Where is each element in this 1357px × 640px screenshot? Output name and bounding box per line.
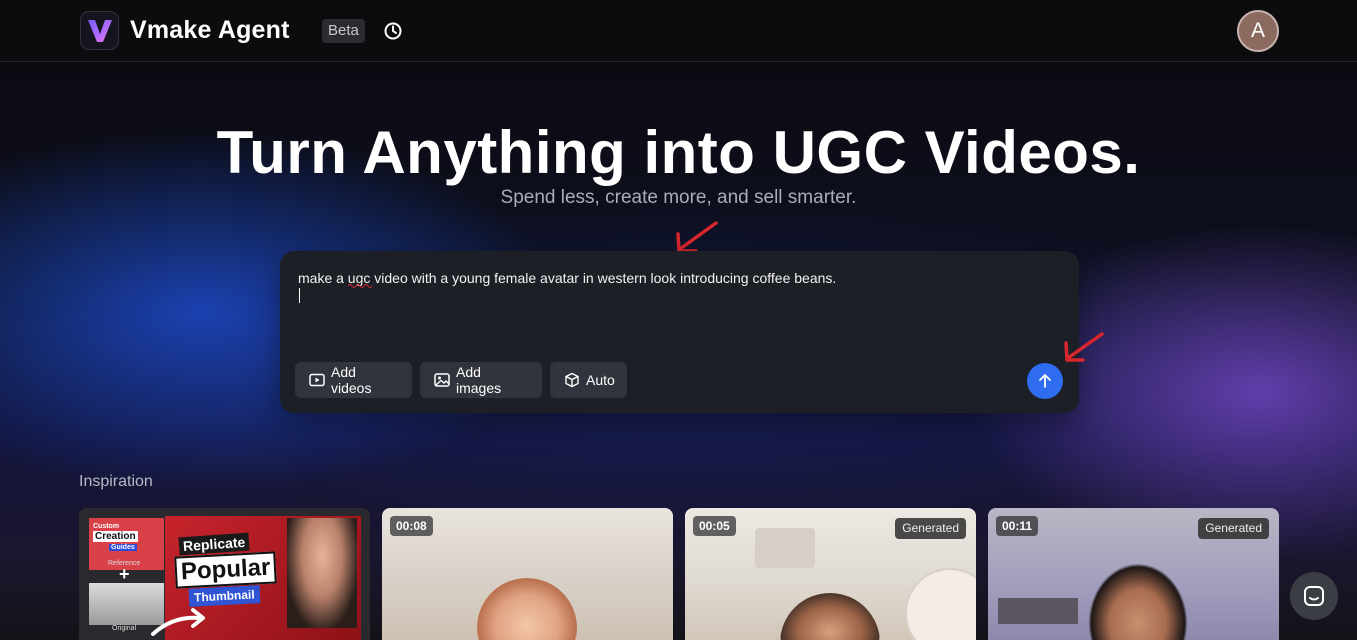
- user-avatar[interactable]: A: [1237, 10, 1279, 52]
- image-icon: [434, 373, 450, 387]
- inspiration-card[interactable]: 00:08: [382, 508, 673, 640]
- add-images-label: Add images: [456, 364, 502, 396]
- vmake-logo-icon[interactable]: [80, 11, 119, 50]
- page-title: Turn Anything into UGC Videos.: [216, 119, 1141, 186]
- auto-label: Auto: [586, 372, 615, 388]
- shelf-image: [998, 598, 1078, 624]
- popular-label: Popular: [174, 551, 278, 589]
- duration-badge: 00:05: [693, 516, 736, 536]
- inspiration-card[interactable]: 00:11 Generated: [988, 508, 1279, 640]
- duration-badge: 00:11: [996, 516, 1039, 536]
- person-image: [1088, 563, 1188, 640]
- prompt-input[interactable]: make a ugc video with a young female ava…: [298, 270, 836, 286]
- chat-icon: [1304, 586, 1324, 606]
- curved-arrow-icon: [151, 608, 205, 636]
- text-caret: [299, 288, 300, 303]
- chat-support-button[interactable]: [1290, 572, 1338, 620]
- brand-name[interactable]: Vmake Agent: [130, 16, 290, 45]
- person-image: [287, 518, 357, 628]
- inspiration-heading: Inspiration: [79, 473, 153, 490]
- spellcheck-underline: [348, 284, 372, 288]
- inspiration-card[interactable]: Custom Creation Guides Reference + Origi…: [79, 508, 370, 640]
- inspiration-card[interactable]: 00:05 Generated: [685, 508, 976, 640]
- plus-label: +: [119, 564, 130, 584]
- add-videos-label: Add videos: [331, 364, 372, 396]
- history-icon[interactable]: [383, 21, 403, 41]
- send-button[interactable]: [1027, 363, 1063, 399]
- top-bar: Vmake Agent Beta A: [0, 0, 1357, 62]
- generated-badge: Generated: [895, 518, 966, 539]
- page-subtitle: Spend less, create more, and sell smarte…: [500, 187, 857, 208]
- auto-button[interactable]: Auto: [550, 362, 627, 398]
- beta-badge: Beta: [322, 19, 365, 43]
- annotation-arrow-icon: [1064, 332, 1104, 362]
- add-images-button[interactable]: Add images: [420, 362, 542, 398]
- arrow-up-icon: [1039, 374, 1051, 388]
- original-label: Original: [112, 625, 137, 632]
- mirror-image: [905, 568, 976, 640]
- lamp-image: [755, 528, 815, 568]
- cube-icon: [565, 372, 579, 388]
- add-videos-button[interactable]: Add videos: [295, 362, 412, 398]
- person-image: [780, 593, 880, 640]
- person-image: [477, 578, 577, 640]
- prompt-panel: make a ugc video with a young female ava…: [280, 251, 1079, 413]
- guides-label: Guides: [109, 544, 137, 551]
- custom-label: Custom: [93, 523, 120, 530]
- creation-label: Creation: [93, 531, 138, 542]
- thumbnail-label: Thumbnail: [188, 585, 261, 607]
- duration-badge: 00:08: [390, 516, 433, 536]
- video-icon: [309, 373, 325, 387]
- generated-badge: Generated: [1198, 518, 1269, 539]
